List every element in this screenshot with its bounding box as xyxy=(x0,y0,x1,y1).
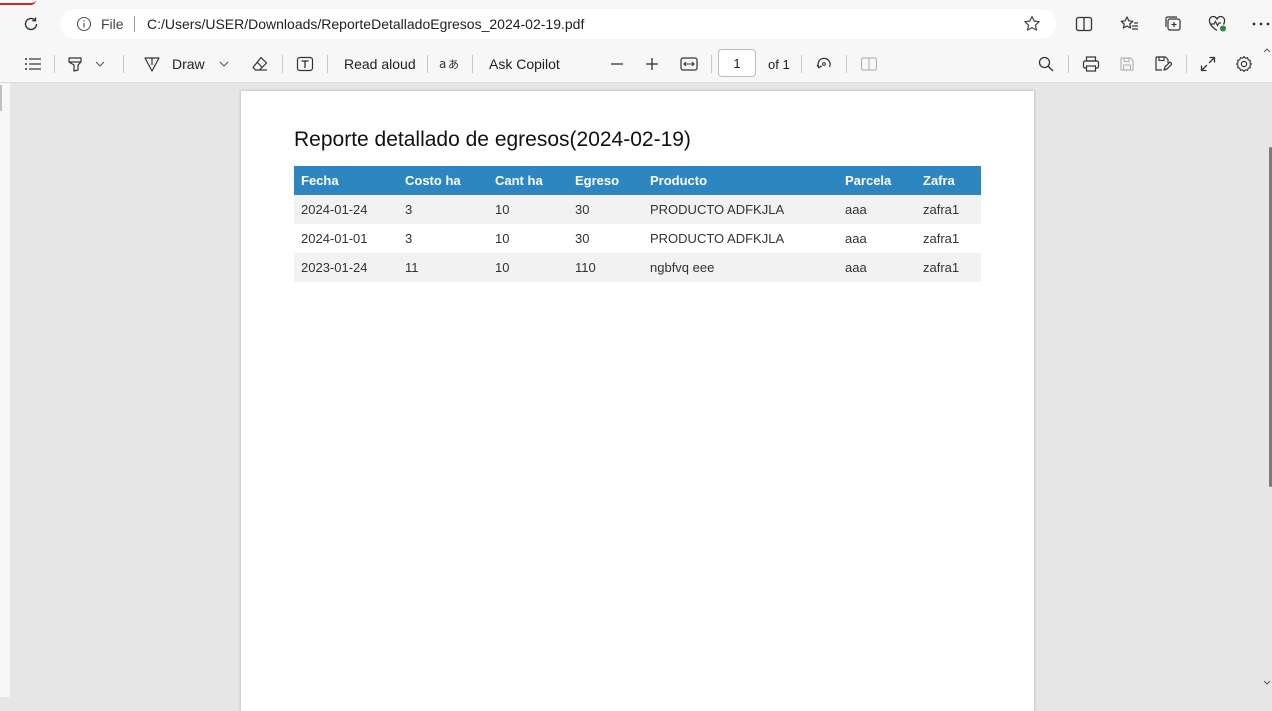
split-screen-icon[interactable] xyxy=(1073,13,1095,35)
cell-producto: PRODUCTO ADFKJLA xyxy=(643,195,838,224)
column-header-costo-ha: Costo ha xyxy=(398,166,488,195)
cell-zafra: zafra1 xyxy=(916,253,981,282)
toolbar-separator xyxy=(123,55,124,73)
report-title: Reporte detallado de egresos(2024-02-19) xyxy=(294,128,691,151)
toolbar-separator xyxy=(54,55,55,73)
browser-essentials-icon[interactable] xyxy=(1206,13,1228,35)
pdf-page: Reporte detallado de egresos(2024-02-19)… xyxy=(241,91,1034,711)
table-row: 2024-01-24 3 10 30 PRODUCTO ADFKJLA aaa … xyxy=(294,195,981,224)
cell-costo-ha: 3 xyxy=(398,224,488,253)
browser-address-row: File C:/Users/USER/Downloads/ReporteDeta… xyxy=(0,0,1272,46)
cell-cant-ha: 10 xyxy=(488,224,568,253)
contents-list-icon[interactable] xyxy=(22,53,44,75)
draw-pen-icon[interactable] xyxy=(141,53,163,75)
cell-fecha: 2024-01-24 xyxy=(294,195,398,224)
translate-icon[interactable]: aあ xyxy=(438,53,462,75)
print-icon[interactable] xyxy=(1080,53,1102,75)
address-separator xyxy=(134,16,135,32)
table-header-row: Fecha Costo ha Cant ha Egreso Producto P… xyxy=(294,166,981,195)
svg-text:a: a xyxy=(439,57,446,71)
column-header-producto: Producto xyxy=(643,166,838,195)
toolbar-separator xyxy=(427,55,428,73)
save-as-icon[interactable] xyxy=(1152,53,1174,75)
column-header-zafra: Zafra xyxy=(916,166,981,195)
file-scheme-label: File xyxy=(101,16,124,32)
column-header-parcela: Parcela xyxy=(838,166,916,195)
page-total-label: of 1 xyxy=(768,56,790,72)
draw-button[interactable]: Draw xyxy=(172,53,205,75)
page-view-icon xyxy=(858,53,880,75)
scroll-up-arrow-icon[interactable] xyxy=(1262,46,1272,60)
cell-egreso: 110 xyxy=(568,253,643,282)
report-table: Fecha Costo ha Cant ha Egreso Producto P… xyxy=(294,166,981,282)
rotate-icon[interactable] xyxy=(813,53,835,75)
tab-edge-marker xyxy=(0,0,36,5)
table-row: 2023-01-24 11 10 110 ngbfvq eee aaa zafr… xyxy=(294,253,981,282)
favorite-star-icon[interactable] xyxy=(1022,14,1042,34)
table-row: 2024-01-01 3 10 30 PRODUCTO ADFKJLA aaa … xyxy=(294,224,981,253)
cell-producto: PRODUCTO ADFKJLA xyxy=(643,224,838,253)
page-number-input[interactable]: 1 xyxy=(718,49,756,77)
fit-to-width-icon[interactable] xyxy=(678,53,700,75)
cell-costo-ha: 3 xyxy=(398,195,488,224)
toolbar-separator xyxy=(711,55,712,73)
ask-copilot-button[interactable]: Ask Copilot xyxy=(489,53,560,75)
eraser-icon[interactable] xyxy=(249,53,271,75)
cell-parcela: aaa xyxy=(838,195,916,224)
vertical-scrollbar[interactable] xyxy=(1262,83,1272,697)
column-header-fecha: Fecha xyxy=(294,166,398,195)
cell-producto: ngbfvq eee xyxy=(643,253,838,282)
refresh-icon[interactable] xyxy=(20,13,42,35)
settings-gear-icon[interactable] xyxy=(1233,53,1255,75)
column-header-egreso: Egreso xyxy=(568,166,643,195)
read-aloud-button[interactable]: Read aloud xyxy=(344,53,416,75)
toolbar-separator xyxy=(282,55,283,73)
cell-fecha: 2023-01-24 xyxy=(294,253,398,282)
cell-cant-ha: 10 xyxy=(488,195,568,224)
info-icon[interactable] xyxy=(76,16,92,32)
toolbar-separator xyxy=(846,55,847,73)
toolbar-separator xyxy=(801,55,802,73)
collections-icon[interactable] xyxy=(1162,13,1184,35)
cell-cant-ha: 10 xyxy=(488,253,568,282)
text-box-icon[interactable] xyxy=(294,53,316,75)
toolbar-separator xyxy=(1186,55,1187,73)
cell-parcela: aaa xyxy=(838,224,916,253)
favorites-icon[interactable] xyxy=(1118,13,1140,35)
zoom-in-icon[interactable] xyxy=(642,53,662,75)
svg-text:あ: あ xyxy=(448,58,459,71)
left-pane-edge xyxy=(0,83,10,697)
cell-zafra: zafra1 xyxy=(916,224,981,253)
search-icon[interactable] xyxy=(1035,53,1057,75)
cell-zafra: zafra1 xyxy=(916,195,981,224)
highlight-dropdown-chevron-icon[interactable] xyxy=(92,53,108,75)
toolbar-separator xyxy=(472,55,473,73)
toolbar-separator xyxy=(1068,55,1069,73)
toolbar-separator xyxy=(327,55,328,73)
cell-egreso: 30 xyxy=(568,195,643,224)
cell-costo-ha: 11 xyxy=(398,253,488,282)
zoom-out-icon[interactable] xyxy=(607,53,627,75)
save-icon xyxy=(1116,53,1138,75)
cell-fecha: 2024-01-01 xyxy=(294,224,398,253)
cell-parcela: aaa xyxy=(838,253,916,282)
address-bar[interactable]: File C:/Users/USER/Downloads/ReporteDeta… xyxy=(60,9,1056,39)
scroll-down-arrow-icon[interactable] xyxy=(1262,679,1272,691)
highlight-icon[interactable] xyxy=(64,53,86,75)
fullscreen-expand-icon[interactable] xyxy=(1197,53,1219,75)
column-header-cant-ha: Cant ha xyxy=(488,166,568,195)
left-pane-marker xyxy=(0,85,2,111)
url-text[interactable]: C:/Users/USER/Downloads/ReporteDetallado… xyxy=(147,16,584,32)
more-options-icon[interactable] xyxy=(1250,13,1272,35)
cell-egreso: 30 xyxy=(568,224,643,253)
pdf-toolbar: Draw Read aloud aあ Ask Copilot 1 of 1 xyxy=(0,46,1272,83)
draw-dropdown-chevron-icon[interactable] xyxy=(216,53,232,75)
